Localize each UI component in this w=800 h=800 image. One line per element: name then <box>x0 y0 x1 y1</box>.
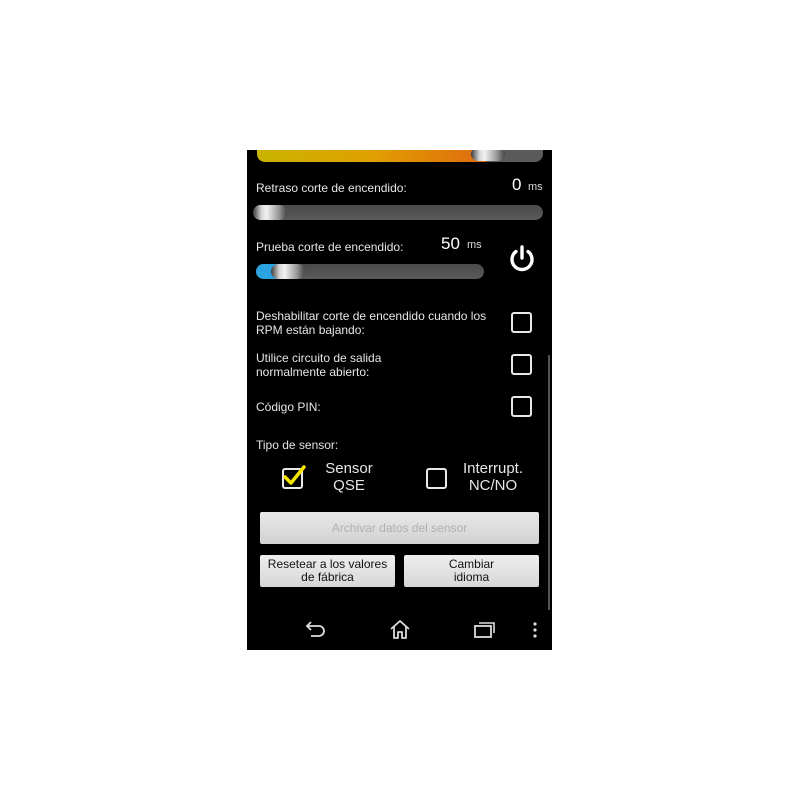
top-slider-thumb[interactable] <box>471 150 505 161</box>
test-unit: ms <box>467 239 482 251</box>
delay-slider[interactable] <box>253 205 543 220</box>
disable-rpm-drop-checkbox[interactable] <box>511 312 532 333</box>
sensor-qse-checkbox[interactable] <box>282 465 306 489</box>
home-icon[interactable] <box>388 618 412 640</box>
factory-reset-button[interactable]: Resetear a los valores de fábrica <box>260 555 395 587</box>
sensor-interrupt-checkbox[interactable] <box>426 468 447 489</box>
recent-apps-icon[interactable] <box>473 621 497 639</box>
test-slider[interactable] <box>256 264 484 279</box>
scrollbar[interactable] <box>548 355 550 610</box>
delay-slider-thumb[interactable] <box>253 205 287 220</box>
app-screen: Retraso corte de encendido: 0 ms Prueba … <box>247 150 552 650</box>
sensor-type-label: Tipo de sensor: <box>256 438 339 452</box>
normally-open-checkbox[interactable] <box>511 354 532 375</box>
test-value: 50 <box>441 234 460 253</box>
delay-value: 0 <box>512 175 522 194</box>
overflow-menu-icon[interactable] <box>531 622 539 638</box>
sensor-qse-label[interactable]: Sensor QSE <box>317 460 381 494</box>
save-sensor-data-button[interactable]: Archivar datos del sensor <box>260 512 539 544</box>
pin-code-label: Código PIN: <box>256 400 321 414</box>
power-icon[interactable] <box>507 244 537 274</box>
change-language-button[interactable]: Cambiar idioma <box>404 555 539 587</box>
test-label: Prueba corte de encendido: <box>256 240 404 254</box>
normally-open-label: Utilice circuito de salida normalmente a… <box>256 351 382 379</box>
test-slider-thumb[interactable] <box>271 264 305 279</box>
pin-code-checkbox[interactable] <box>511 396 532 417</box>
checkmark-icon <box>283 465 306 485</box>
back-icon[interactable] <box>303 620 327 640</box>
delay-unit: ms <box>528 181 543 193</box>
delay-label: Retraso corte de encendido: <box>256 181 407 195</box>
sensor-interrupt-label[interactable]: Interrupt. NC/NO <box>453 460 533 494</box>
disable-rpm-drop-label: Deshabilitar corte de encendido cuando l… <box>256 309 487 337</box>
